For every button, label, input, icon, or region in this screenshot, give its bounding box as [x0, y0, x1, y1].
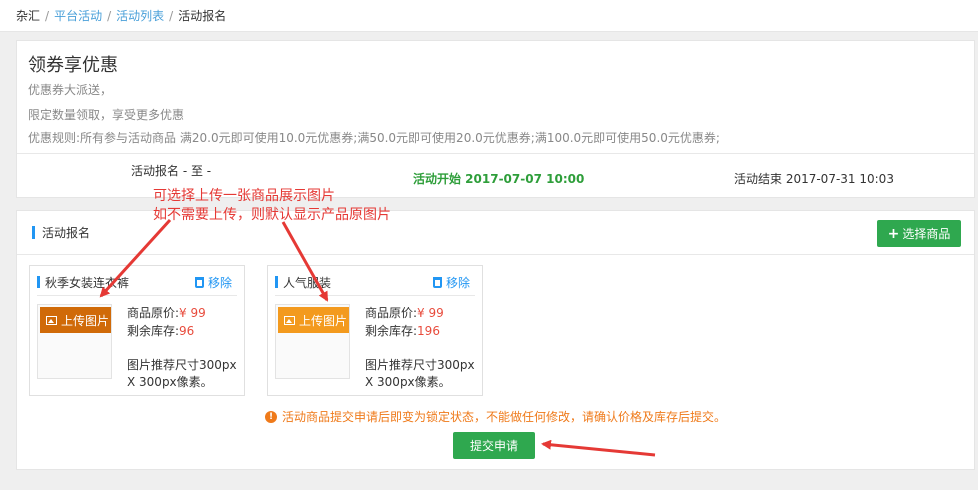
upload-label: 上传图片 — [299, 313, 348, 328]
submit-application-button[interactable]: 提交申请 — [453, 432, 535, 459]
product-image-box: 上传图片 — [37, 304, 112, 379]
upload-image-button[interactable]: 上传图片 — [40, 307, 111, 333]
activity-info-panel: 领券享优惠 优惠券大派送， 限定数量领取，享受更多优惠 优惠规则:所有参与活动商… — [16, 40, 975, 198]
breadcrumb-separator: / — [169, 8, 174, 23]
image-hint-2: X 300px像素。 — [365, 375, 451, 389]
product-image-box: 上传图片 — [275, 304, 350, 379]
card-marker — [275, 276, 278, 288]
card-marker — [37, 276, 40, 288]
signup-period: 活动报名 - 至 - — [131, 164, 212, 178]
panel-divider — [17, 153, 974, 154]
activity-desc-2: 限定数量领取，享受更多优惠 — [28, 108, 185, 122]
breadcrumb-platform-activity[interactable]: 平台活动 — [54, 7, 102, 24]
breadcrumb-current: 活动报名 — [178, 9, 227, 23]
image-hint-2: X 300px像素。 — [127, 375, 213, 389]
trash-icon — [432, 277, 442, 288]
remove-button[interactable]: 移除 — [194, 274, 232, 291]
image-hint-1: 图片推荐尺寸300px — [365, 358, 475, 372]
card-divider — [37, 295, 237, 296]
activity-desc-1: 优惠券大派送， — [28, 83, 113, 97]
product-name: 秋季女装连衣裤 — [45, 276, 130, 290]
activity-end: 活动结束 2017-07-31 10:03 — [734, 172, 894, 186]
card-divider — [275, 295, 475, 296]
stock-row: 剩余库存:196 — [365, 322, 440, 339]
price-label: 商品原价: — [365, 306, 418, 320]
breadcrumb-separator: / — [45, 8, 50, 23]
signup-panel: 活动报名 + 选择商品 秋季女装连衣裤 移除 上传图片 商品原价:¥ 99 剩余… — [16, 210, 975, 470]
stock-label: 剩余库存: — [365, 324, 418, 338]
stock-value: 96 — [179, 324, 195, 338]
select-product-label: 选择商品 — [902, 227, 951, 241]
upload-label: 上传图片 — [61, 313, 110, 328]
select-product-button[interactable]: + 选择商品 — [877, 220, 961, 247]
section-title: 活动报名 — [42, 226, 91, 240]
stock-value: 196 — [417, 324, 440, 338]
image-hint-1: 图片推荐尺寸300px — [127, 358, 237, 372]
stock-label: 剩余库存: — [127, 324, 180, 338]
upload-image-button[interactable]: 上传图片 — [278, 307, 349, 333]
activity-start: 活动开始 2017-07-07 10:00 — [413, 172, 585, 186]
image-icon — [284, 315, 295, 325]
plus-icon: + — [887, 225, 900, 242]
warning-text: 活动商品提交申请后即变为锁定状态，不能做任何修改，请确认价格及库存后提交。 — [282, 410, 727, 424]
price-label: 商品原价: — [127, 306, 180, 320]
annotation-line-2: 如不需要上传，则默认显示产品原图片 — [153, 207, 391, 223]
activity-rules: 优惠规则:所有参与活动商品 满20.0元即可使用10.0元优惠券;满50.0元即… — [28, 131, 720, 145]
image-icon — [46, 315, 57, 325]
activity-title: 领券享优惠 — [28, 55, 118, 76]
breadcrumb: 杂汇 / 平台活动 / 活动列表 / 活动报名 — [0, 0, 978, 32]
annotation-line-1: 可选择上传一张商品展示图片 — [153, 188, 335, 204]
section-marker — [32, 226, 35, 239]
price-value: ¥ 99 — [179, 306, 206, 320]
remove-label: 移除 — [207, 276, 232, 290]
breadcrumb-separator: / — [107, 8, 112, 23]
trash-icon — [194, 277, 204, 288]
remove-button[interactable]: 移除 — [432, 274, 470, 291]
submit-warning: ! 活动商品提交申请后即变为锁定状态，不能做任何修改，请确认价格及库存后提交。 — [265, 408, 726, 425]
breadcrumb-home[interactable]: 杂汇 — [16, 7, 40, 24]
price-value: ¥ 99 — [417, 306, 444, 320]
stock-row: 剩余库存:96 — [127, 322, 194, 339]
product-card: 秋季女装连衣裤 移除 上传图片 商品原价:¥ 99 剩余库存:96 图片推荐尺寸… — [29, 265, 245, 396]
price-row: 商品原价:¥ 99 — [127, 304, 206, 321]
price-row: 商品原价:¥ 99 — [365, 304, 444, 321]
breadcrumb-activity-list[interactable]: 活动列表 — [116, 7, 164, 24]
warning-icon: ! — [265, 410, 277, 423]
product-name: 人气服装 — [283, 276, 332, 290]
product-card: 人气服装 移除 上传图片 商品原价:¥ 99 剩余库存:196 图片推荐尺寸30… — [267, 265, 483, 396]
section-divider — [17, 254, 974, 255]
remove-label: 移除 — [445, 276, 470, 290]
